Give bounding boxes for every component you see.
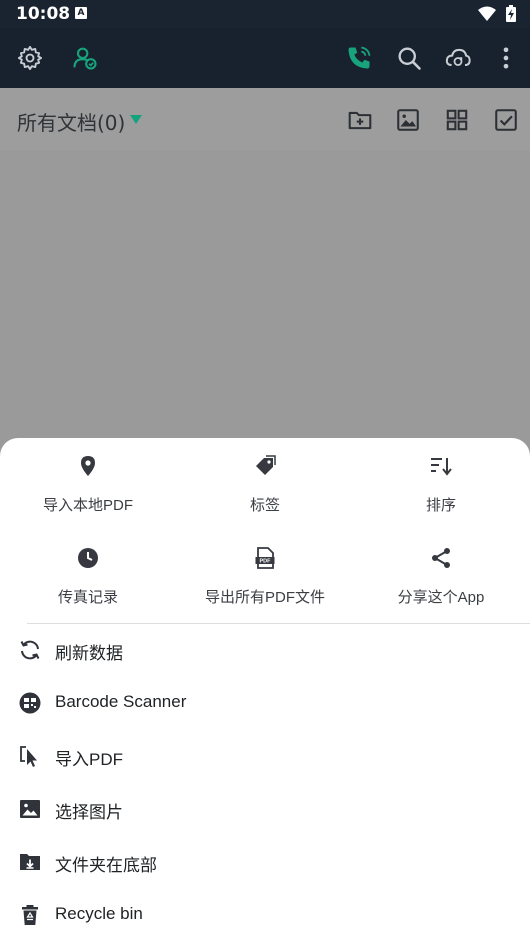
image-icon[interactable]	[395, 107, 421, 133]
document-list-area	[0, 150, 530, 438]
new-folder-icon[interactable]	[347, 107, 373, 133]
menu-item-select-picture[interactable]: 选择图片	[0, 783, 530, 835]
contacts-icon[interactable]	[71, 44, 99, 72]
notification-a-icon: A	[75, 7, 87, 19]
bottom-sheet-menu: 导入本地PDF 标签 排序 传真记录 PDF 导出所有PDF文件 分享这个App…	[0, 438, 530, 942]
top-toolbar	[0, 28, 530, 88]
refresh-icon	[20, 640, 40, 660]
menu-item-refresh-data[interactable]: 刷新数据	[0, 624, 530, 676]
status-bar: 10:08 A	[0, 0, 530, 28]
grid-item-import-local-pdf[interactable]: 导入本地PDF	[0, 454, 176, 515]
clock-icon	[78, 548, 98, 568]
grid-item-sort[interactable]: 排序	[353, 454, 529, 515]
grid-item-label: 分享这个App	[397, 589, 485, 606]
tag-icon	[256, 455, 276, 475]
grid-item-label: 导出所有PDF文件	[204, 589, 325, 606]
menu-item-label: 选择图片	[55, 803, 123, 822]
menu-item-folders-at-bottom[interactable]: 文件夹在底部	[0, 836, 530, 888]
location-pin-icon	[81, 456, 95, 476]
menu-item-recycle-bin[interactable]: Recycle bin	[0, 889, 530, 941]
grid-item-label: 排序	[425, 497, 456, 514]
picture-icon	[20, 800, 40, 818]
pdf-file-icon: PDF	[255, 547, 275, 569]
grid-item-share-app[interactable]: 分享这个App	[353, 546, 529, 607]
menu-item-label: 刷新数据	[55, 644, 123, 663]
menu-item-label: 导入PDF	[55, 750, 123, 769]
svg-text:PDF: PDF	[260, 559, 272, 565]
grid-item-export-all-pdf[interactable]: PDF 导出所有PDF文件	[177, 546, 353, 607]
menu-item-barcode-scanner[interactable]: Barcode Scanner	[0, 677, 530, 729]
recycle-bin-icon	[22, 905, 38, 925]
menu-item-label: Recycle bin	[55, 904, 143, 923]
dropdown-caret-icon[interactable]	[130, 115, 142, 124]
document-filter-title[interactable]: 所有文档(0)	[17, 107, 125, 136]
grid-view-icon[interactable]	[444, 107, 470, 133]
grid-item-label: 标签	[249, 497, 280, 514]
cloud-sync-icon[interactable]	[444, 44, 472, 72]
grid-item-fax-history[interactable]: 传真记录	[0, 546, 176, 607]
select-check-icon[interactable]	[493, 107, 519, 133]
search-icon[interactable]	[395, 44, 423, 72]
wifi-icon	[478, 6, 496, 21]
menu-item-label: Barcode Scanner	[55, 692, 187, 711]
battery-icon	[506, 5, 516, 22]
sort-icon	[431, 458, 452, 476]
menu-item-import-pdf[interactable]: 导入PDF	[0, 730, 530, 782]
grid-item-label: 导入本地PDF	[42, 497, 133, 514]
share-icon	[432, 548, 450, 568]
grid-item-tags[interactable]: 标签	[177, 454, 353, 515]
more-vert-icon[interactable]	[492, 44, 520, 72]
barcode-scanner-icon	[19, 692, 41, 714]
phone-icon[interactable]	[345, 44, 373, 72]
folder-download-icon	[20, 854, 40, 870]
grid-item-label: 传真记录	[57, 589, 118, 606]
menu-item-label: 文件夹在底部	[55, 856, 157, 875]
gear-icon[interactable]	[16, 44, 44, 72]
import-cursor-icon	[20, 746, 37, 767]
status-time: 10:08	[16, 4, 71, 24]
documents-header: 所有文档(0)	[0, 88, 530, 150]
